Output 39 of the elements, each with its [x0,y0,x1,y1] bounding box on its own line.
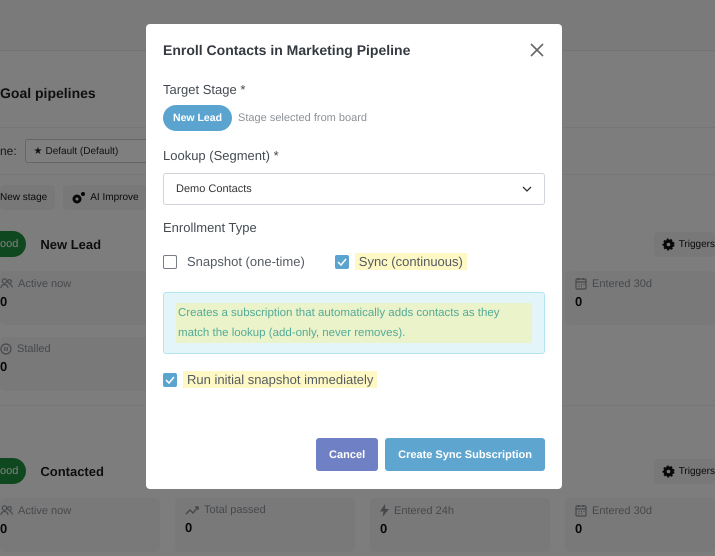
stage-name: New Lead [40,236,102,252]
status-badge: ood [0,458,26,484]
checkbox[interactable] [163,254,177,268]
field-label: Target Stage * [163,82,246,97]
info-text: Creates a subscription that automatically adds contacts as they match the lookup (add-only, never removes). [176,303,532,343]
stat-value: 0 [185,520,194,535]
create-button[interactable]: Create Sync Subscription [385,438,545,471]
stat-value: 0 [575,521,584,536]
chevron-icon [522,186,532,192]
users-icon [0,504,13,517]
status-badge: ood [0,231,26,257]
option-label: Run initial snapshot immediately [183,371,378,388]
stage-chip: New Lead [163,105,232,131]
stat-value: 0 [575,294,584,309]
trend-icon [185,505,199,515]
lookup-dropdown[interactable]: Demo Contacts [163,173,545,205]
stat-value: 0 [0,294,8,309]
ai-improve-button[interactable]: AI Improve [63,185,147,210]
stat-value: 0 [380,521,388,536]
triggers-button[interactable]: Triggers [654,458,715,484]
pipeline-label: ne: [0,144,17,158]
stat-value: 0 [0,521,8,536]
option-label: Sync (continuous) [354,253,467,270]
new-stage-button[interactable]: New stage [0,185,56,210]
calendar-icon [575,277,587,290]
cancel-button[interactable]: Cancel [316,438,378,471]
checkbox[interactable] [163,372,177,386]
stat-value: 0 [0,359,8,374]
checkbox[interactable] [334,254,349,268]
calendar-icon [575,504,587,517]
option-label: Snapshot (one-time) [186,253,306,270]
bolt-icon [380,504,389,517]
pause-icon [0,343,12,355]
field-label: Enrollment Type [163,220,258,235]
stage-note: Stage selected from board [238,112,368,124]
stage-name: Contacted [40,464,104,478]
close-button[interactable] [529,42,545,58]
triggers-button[interactable]: Triggers [654,232,715,256]
users-icon [0,277,13,290]
